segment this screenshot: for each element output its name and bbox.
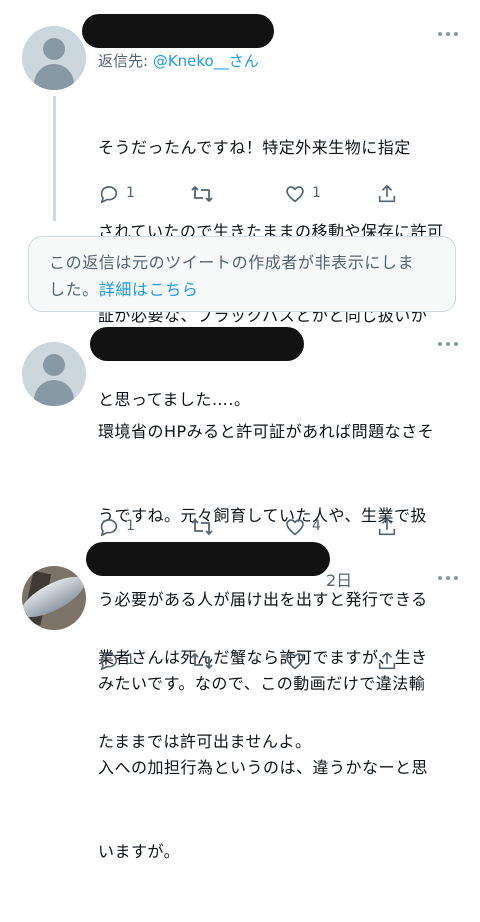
tweet-actions: 1 — [98, 650, 438, 674]
like-button[interactable]: 1 — [284, 183, 321, 207]
reply-button[interactable]: 1 — [98, 183, 135, 207]
reply-to-line: 返信先: @Kneko__さん — [98, 52, 259, 70]
thread-line — [53, 96, 56, 221]
more-icon[interactable] — [438, 576, 458, 582]
hidden-notice-line-2: した。 — [49, 280, 99, 299]
like-count: 1 — [312, 185, 321, 201]
retweet-button[interactable] — [190, 516, 214, 540]
reply-count: 1 — [126, 652, 135, 668]
retweet-button[interactable] — [190, 183, 214, 207]
like-count: 4 — [312, 518, 321, 534]
share-button[interactable] — [376, 183, 398, 207]
redacted-username — [86, 542, 330, 576]
like-icon — [286, 186, 304, 203]
more-icon[interactable] — [438, 342, 458, 348]
tweet-1[interactable]: 返信先: @Kneko__さん そうだったんですね！特定外来生物に指定 されてい… — [0, 0, 480, 409]
retweet-icon — [191, 186, 213, 202]
reply-icon — [100, 186, 118, 204]
reply-icon — [100, 519, 118, 537]
reply-count: 1 — [126, 518, 135, 534]
like-icon — [286, 519, 304, 536]
like-icon — [286, 653, 304, 670]
retweet-icon — [191, 519, 213, 535]
tweet-actions: 1 4 — [98, 516, 438, 540]
default-avatar-icon — [43, 354, 65, 376]
tweet-actions: 1 1 — [98, 183, 438, 207]
redacted-username — [82, 14, 274, 48]
avatar[interactable] — [22, 26, 86, 90]
share-button[interactable] — [376, 650, 398, 674]
more-icon[interactable] — [438, 32, 458, 38]
tweet-3[interactable]: 2日 業者さんは死んだ蟹なら許可でますが、生き たままでは許可出ませんよ。 1 — [0, 540, 480, 751]
like-button[interactable] — [284, 650, 306, 674]
details-link[interactable]: 詳細はこちら — [99, 280, 199, 299]
avatar[interactable] — [22, 342, 86, 406]
tweet-text: 業者さんは死んだ蟹なら許可でますが、生き たままでは許可出ませんよ。 — [98, 648, 428, 751]
redacted-username — [90, 327, 304, 361]
reply-button[interactable]: 1 — [98, 516, 135, 540]
hidden-reply-notice: この返信は元のツイートの作成者が非表示にしま した。詳細はこちら — [28, 236, 456, 312]
retweet-button[interactable] — [190, 650, 214, 674]
retweet-icon — [191, 653, 213, 669]
avatar[interactable] — [22, 566, 86, 630]
share-button[interactable] — [376, 516, 398, 540]
hidden-notice-line-1: この返信は元のツイートの作成者が非表示にしま — [49, 253, 415, 272]
like-button[interactable]: 4 — [284, 516, 321, 540]
share-icon — [378, 184, 396, 203]
share-icon — [378, 651, 396, 670]
reply-count: 1 — [126, 185, 135, 201]
tweet-2[interactable]: 環境省のHPみると許可証があれば問題なさそ うですね。元々飼育していた人や、生業… — [0, 322, 480, 861]
reply-icon — [100, 653, 118, 671]
reply-button[interactable]: 1 — [98, 650, 135, 674]
reply-handle-link[interactable]: @Kneko__さん — [153, 52, 259, 70]
share-icon — [378, 517, 396, 536]
default-avatar-icon — [43, 38, 65, 60]
